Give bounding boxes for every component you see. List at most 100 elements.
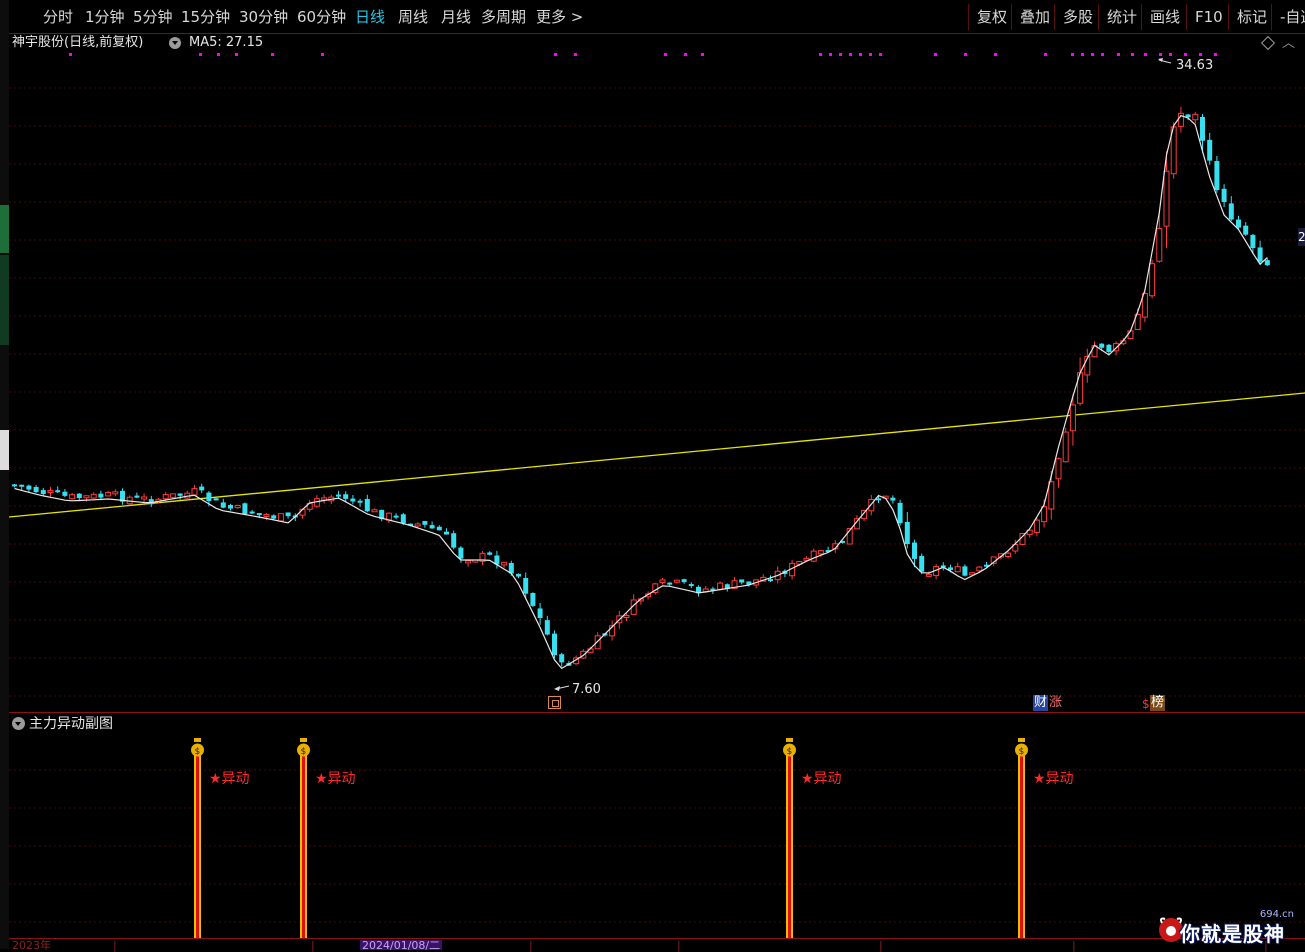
volume-signal-bar[interactable]: $ ★异动 — [1015, 738, 1074, 938]
candle-body[interactable] — [169, 493, 176, 498]
candle-body[interactable] — [1005, 552, 1012, 557]
candle-body[interactable] — [1099, 343, 1105, 348]
toolbar-button[interactable]: 叠加 — [1011, 4, 1050, 30]
candle-body[interactable] — [890, 497, 896, 501]
candle-body[interactable] — [112, 491, 119, 495]
candle-body[interactable] — [350, 498, 356, 502]
candle-body[interactable] — [19, 484, 25, 487]
candle-body[interactable] — [83, 495, 90, 499]
candle-body[interactable] — [897, 502, 903, 524]
diamond-icon[interactable] — [1260, 35, 1276, 51]
candle-body[interactable] — [256, 513, 262, 516]
candle-body[interactable] — [904, 521, 910, 545]
candle-body[interactable] — [1221, 188, 1227, 203]
candle-body[interactable] — [371, 509, 378, 513]
candle-body[interactable] — [1250, 234, 1256, 249]
candle-body[interactable] — [623, 614, 630, 618]
period-tab[interactable]: 1分钟 — [85, 0, 125, 33]
signal-sub-chart[interactable]: $ ★异动 $ ★异动 $ ★异动 $ ★异动 — [9, 734, 1305, 938]
candle-body[interactable] — [1069, 404, 1076, 432]
chevron-down-icon[interactable] — [12, 716, 25, 730]
candle-body[interactable] — [768, 579, 773, 582]
candle-body[interactable] — [249, 511, 255, 514]
candle-body[interactable] — [357, 500, 363, 503]
candle-body[interactable] — [1236, 219, 1241, 228]
candle-body[interactable] — [105, 492, 112, 497]
candle-body[interactable] — [1228, 203, 1234, 220]
candle-body[interactable] — [673, 579, 680, 583]
candle-body[interactable] — [364, 498, 370, 512]
candle-body[interactable] — [26, 485, 32, 490]
candle-body[interactable] — [925, 573, 932, 577]
candle-body[interactable] — [1257, 247, 1263, 262]
candle-body[interactable] — [1243, 225, 1249, 235]
candle-body[interactable] — [336, 494, 341, 497]
candle-body[interactable] — [321, 497, 328, 501]
candle-body[interactable] — [76, 493, 82, 499]
candle-body[interactable] — [1127, 330, 1134, 339]
candle-body[interactable] — [285, 512, 291, 517]
candle-body[interactable] — [90, 493, 97, 499]
candle-body[interactable] — [393, 515, 399, 518]
volume-signal-bar[interactable]: $ ★异动 — [783, 738, 842, 938]
candle-body[interactable] — [976, 566, 983, 572]
candle-body[interactable] — [1041, 506, 1048, 523]
chevron-down-icon[interactable] — [169, 37, 181, 49]
candle-body[interactable] — [1033, 519, 1040, 533]
candle-body[interactable] — [134, 495, 140, 498]
period-tab[interactable]: 30分钟 — [239, 0, 288, 33]
candle-body[interactable] — [523, 578, 529, 594]
candle-body[interactable] — [1214, 161, 1220, 191]
toolbar-button[interactable]: 标记 — [1228, 4, 1267, 30]
candle-body[interactable] — [465, 560, 472, 564]
candle-body[interactable] — [810, 550, 817, 562]
candle-body[interactable] — [458, 547, 464, 559]
candle-body[interactable] — [436, 526, 442, 531]
more-periods-button[interactable]: 更多 > — [536, 0, 583, 33]
period-tab[interactable]: 15分钟 — [181, 0, 230, 33]
collapse-icon[interactable]: ︿ — [1282, 35, 1295, 53]
candle-body[interactable] — [12, 484, 17, 487]
candle-body[interactable] — [919, 555, 925, 572]
candle-body[interactable] — [876, 498, 881, 501]
limit-up-badge[interactable]: 涨 — [1049, 695, 1062, 711]
candle-body[interactable] — [1200, 116, 1205, 141]
toolbar-button[interactable]: 画线 — [1141, 4, 1180, 30]
candle-body[interactable] — [33, 486, 39, 493]
candle-body[interactable] — [552, 633, 557, 656]
candle-body[interactable] — [1163, 170, 1170, 227]
candlestick-chart[interactable]: 34.63 7.60 — [9, 52, 1305, 712]
candle-body[interactable] — [501, 561, 508, 566]
candle-body[interactable] — [537, 608, 543, 618]
candle-body[interactable] — [1048, 481, 1055, 510]
candle-body[interactable] — [40, 490, 46, 495]
candle-body[interactable] — [912, 542, 917, 559]
toolbar-button[interactable]: 多股 — [1054, 4, 1093, 30]
candle-body[interactable] — [530, 592, 536, 606]
candle-body[interactable] — [400, 514, 406, 524]
period-tab[interactable]: 60分钟 — [297, 0, 346, 33]
candle-body[interactable] — [688, 584, 694, 587]
candle-body[interactable] — [817, 550, 824, 555]
dollar-icon[interactable]: $ — [1142, 697, 1150, 711]
candle-body[interactable] — [414, 523, 421, 527]
candle-body[interactable] — [162, 494, 169, 500]
candle-body[interactable] — [220, 502, 226, 508]
toolbar-button[interactable]: 统计 — [1098, 4, 1137, 30]
candle-body[interactable] — [681, 579, 687, 583]
candle-body[interactable] — [1156, 227, 1163, 262]
candle-body[interactable] — [141, 496, 148, 500]
candle-body[interactable] — [516, 573, 521, 577]
candle-body[interactable] — [69, 494, 76, 500]
candle-body[interactable] — [228, 504, 233, 509]
candle-body[interactable] — [659, 579, 666, 583]
candle-body[interactable] — [559, 654, 565, 663]
candle-body[interactable] — [451, 533, 457, 548]
candle-body[interactable] — [1062, 431, 1069, 463]
candle-body[interactable] — [717, 582, 724, 590]
candle-body[interactable] — [544, 620, 550, 635]
toolbar-button[interactable]: F10 — [1186, 4, 1223, 30]
candle-body[interactable] — [62, 491, 68, 496]
candle-body[interactable] — [263, 514, 270, 518]
period-tab[interactable]: 日线 — [355, 0, 385, 33]
